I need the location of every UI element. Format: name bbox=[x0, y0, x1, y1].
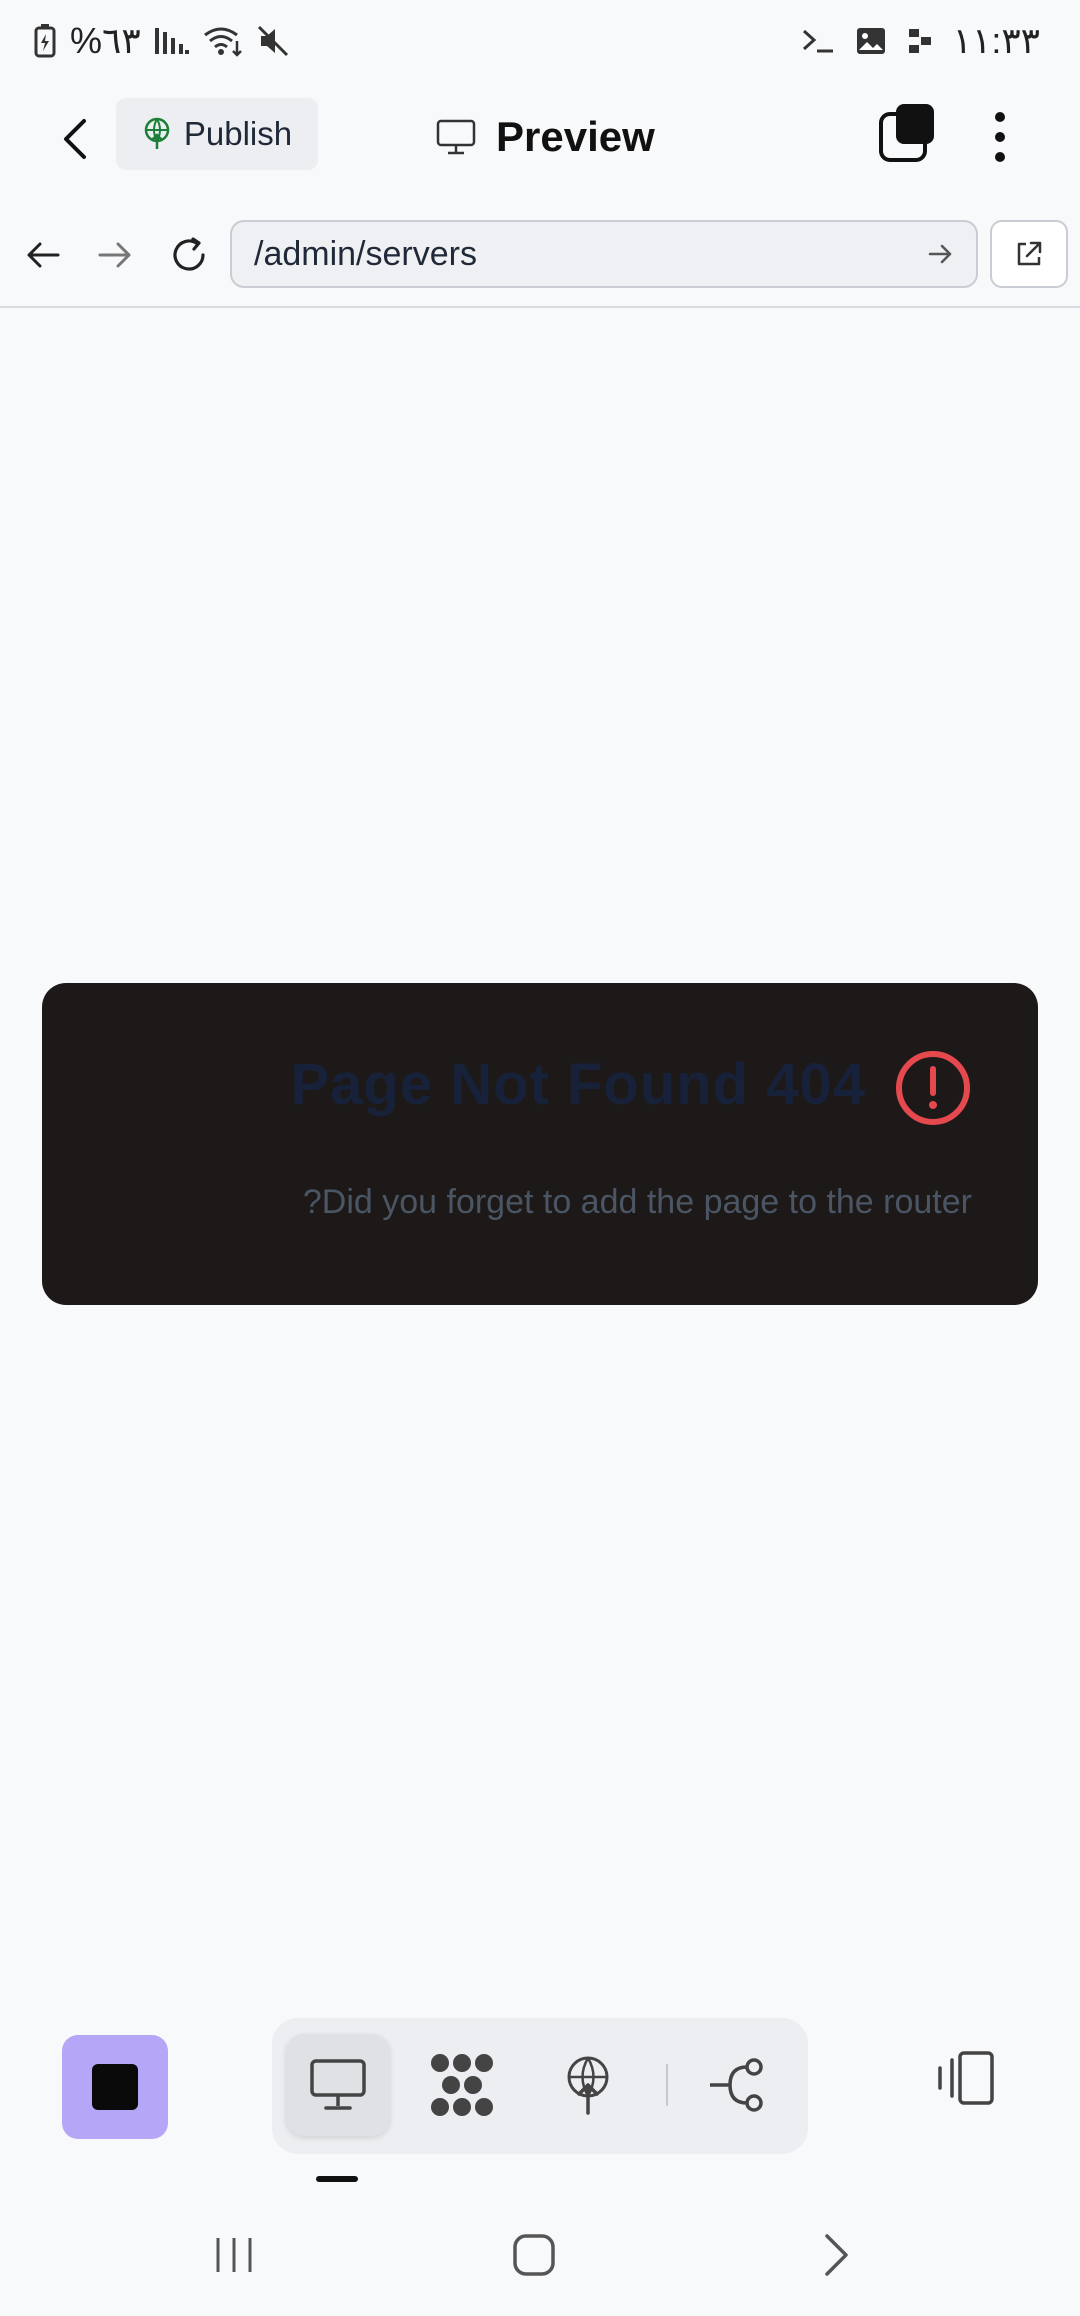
status-bar: %٦٣ ١١:٣٣ bbox=[0, 0, 1080, 80]
browser-forward-button[interactable] bbox=[86, 226, 144, 284]
wifi-icon bbox=[203, 27, 242, 57]
device-toggle-button[interactable] bbox=[930, 2038, 1000, 2118]
error-title: Page Not Found 404 bbox=[290, 1052, 866, 1117]
battery-percent: %٦٣ bbox=[70, 20, 141, 61]
tabs-switcher-button[interactable] bbox=[878, 102, 936, 164]
back-button[interactable] bbox=[40, 104, 110, 174]
signal-icon bbox=[154, 28, 189, 54]
bottom-toolbar bbox=[0, 1980, 1080, 2182]
chevron-left-icon bbox=[64, 119, 86, 159]
arrow-right-icon bbox=[98, 242, 131, 268]
not-found-card: Page Not Found 404 ?Did you forget to ad… bbox=[42, 983, 1038, 1305]
browser-reload-button[interactable] bbox=[160, 226, 218, 284]
reload-icon bbox=[173, 237, 205, 271]
mute-icon bbox=[257, 25, 288, 57]
tab-workflow[interactable] bbox=[686, 2034, 790, 2136]
monitor-icon bbox=[436, 119, 476, 155]
browser-toolbar: /admin/servers bbox=[0, 202, 1080, 308]
tab-divider bbox=[666, 2064, 668, 2106]
home-icon bbox=[513, 2234, 555, 2276]
recent-apps-icon bbox=[216, 2238, 252, 2272]
system-back-button[interactable] bbox=[796, 2220, 876, 2290]
arrow-left-icon bbox=[27, 242, 60, 268]
open-external-button[interactable] bbox=[990, 220, 1068, 288]
workflow-icon bbox=[710, 2058, 763, 2112]
home-button[interactable] bbox=[494, 2220, 574, 2290]
page-title: Preview bbox=[496, 113, 655, 160]
go-arrow-icon[interactable] bbox=[928, 243, 954, 265]
publish-label: Publish bbox=[183, 115, 293, 152]
page-title-group: Preview bbox=[436, 102, 655, 172]
publish-globe-icon bbox=[567, 2056, 609, 2115]
url-input[interactable]: /admin/servers bbox=[230, 220, 978, 288]
publish-button[interactable]: Publish bbox=[116, 98, 318, 170]
system-navigation-bar bbox=[0, 2190, 1080, 2316]
browser-back-button[interactable] bbox=[14, 226, 72, 284]
recent-apps-button[interactable] bbox=[194, 2220, 274, 2290]
battery-icon bbox=[34, 24, 56, 58]
chevron-right-icon bbox=[825, 2234, 848, 2276]
device-frame-icon bbox=[938, 2051, 994, 2105]
url-text: /admin/servers bbox=[254, 234, 477, 273]
app-notification-icon bbox=[908, 29, 931, 53]
external-link-icon bbox=[1017, 241, 1042, 266]
stacked-square-icon bbox=[879, 104, 934, 162]
dots-grid-icon bbox=[431, 2054, 493, 2116]
status-right: ١١:٣٣ bbox=[801, 20, 1040, 62]
stop-icon bbox=[92, 2064, 138, 2110]
more-options-icon bbox=[995, 112, 1005, 122]
active-tab-indicator bbox=[316, 2176, 358, 2182]
status-left: %٦٣ bbox=[34, 20, 291, 62]
tab-desktop-preview[interactable] bbox=[286, 2034, 390, 2136]
stop-button[interactable] bbox=[62, 2035, 168, 2139]
image-icon bbox=[856, 28, 885, 54]
tab-grid-dots[interactable] bbox=[410, 2034, 514, 2136]
alert-circle-icon bbox=[894, 1049, 972, 1127]
error-subtitle: ?Did you forget to add the page to the r… bbox=[302, 1183, 972, 1221]
publish-globe-icon bbox=[144, 117, 170, 149]
tab-publish[interactable] bbox=[536, 2034, 640, 2136]
clock: ١١:٣٣ bbox=[952, 20, 1040, 61]
app-header: Publish Preview bbox=[0, 80, 1080, 204]
more-options-button[interactable] bbox=[972, 102, 1028, 172]
view-tabs bbox=[272, 2018, 808, 2154]
monitor-icon bbox=[310, 2059, 366, 2110]
terminal-icon bbox=[802, 29, 833, 53]
